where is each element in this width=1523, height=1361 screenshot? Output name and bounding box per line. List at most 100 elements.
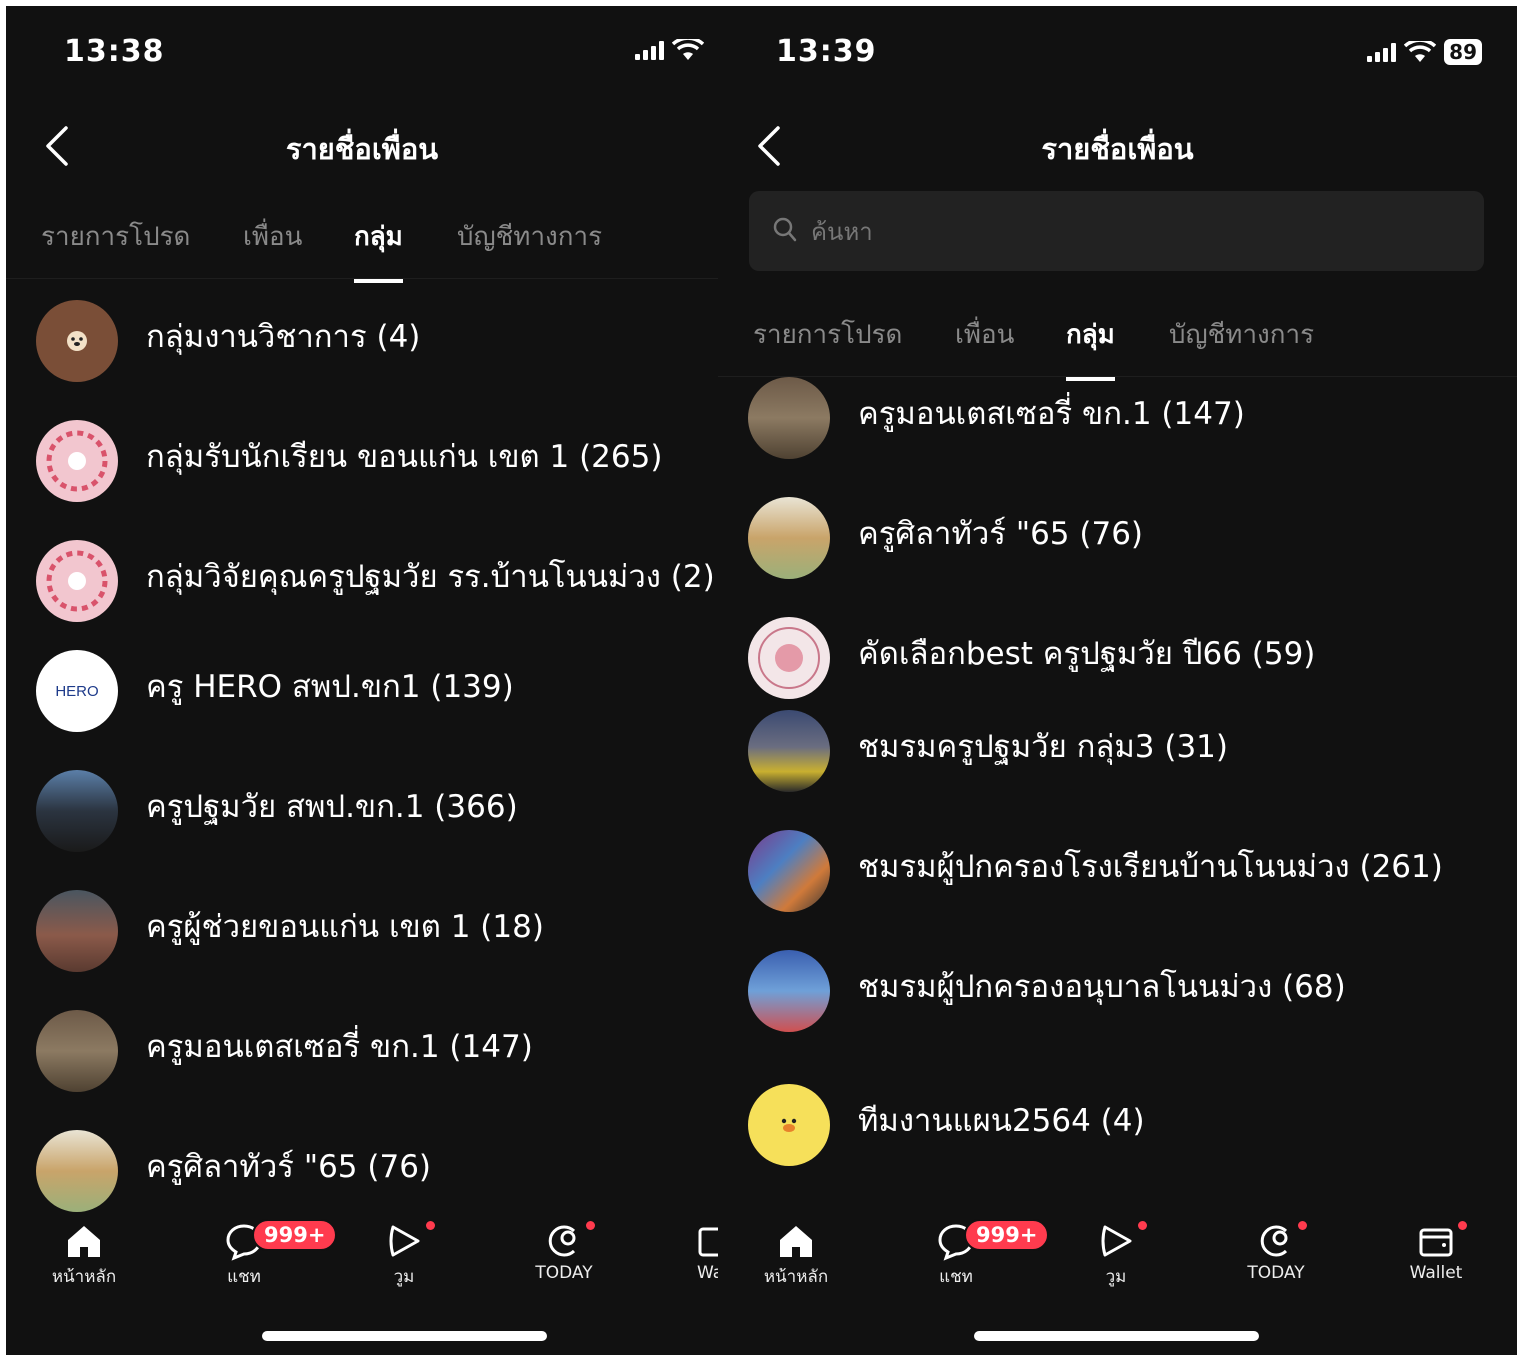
tab-today[interactable]: TODAY [1216, 1221, 1336, 1283]
cellular-signal-icon [1367, 42, 1397, 62]
left-screen: 13:38 รายชื่อเพื่อน รายการโปรด เพื่อน กล… [6, 6, 718, 1355]
avatar [36, 300, 118, 382]
today-icon [548, 1225, 576, 1257]
list-item[interactable]: ครูศิลาทัวร์ "65 (76) [718, 488, 1517, 588]
search-box[interactable] [749, 191, 1484, 271]
notification-dot [1458, 1221, 1467, 1230]
avatar [748, 377, 830, 459]
tab-groups[interactable]: กลุ่ม [1066, 314, 1115, 381]
tab-favorites[interactable]: รายการโปรด [41, 216, 190, 257]
avatar [748, 710, 830, 792]
list-item[interactable]: คัดเลือกbest ครูปฐมวัย ปี66 (59) [718, 608, 1517, 708]
tab-official-accounts[interactable]: บัญชีทางการ [1169, 314, 1314, 355]
list-item[interactable]: ครูศิลาทัวร์ "65 (76) [6, 1121, 718, 1221]
avatar [36, 420, 118, 502]
list-item[interactable]: ชมรมผู้ปกครองอนุบาลโนนม่วง (68) [718, 941, 1517, 1041]
list-item[interactable]: ชมรมผู้ปกครองโรงเรียนบ้านโนนม่วง (261) [718, 821, 1517, 921]
group-name: ชมรมผู้ปกครองอนุบาลโนนม่วง (68) [858, 969, 1346, 1005]
avatar [36, 1010, 118, 1092]
tab-wallet[interactable]: Wa [664, 1221, 718, 1283]
tab-bar: รายการโปรด เพื่อน กลุ่ม บัญชีทางการ [718, 296, 1517, 381]
notification-dot [1138, 1221, 1147, 1230]
list-item[interactable]: ครูมอนเตสเซอรี่ ขก.1 (147) [718, 368, 1517, 468]
tab-home[interactable]: หน้าหลัก [736, 1221, 856, 1290]
group-name: ครูมอนเตสเซอรี่ ขก.1 (147) [858, 396, 1245, 432]
tab-official-accounts[interactable]: บัญชีทางการ [457, 216, 602, 257]
avatar [36, 770, 118, 852]
page-title: รายชื่อเพื่อน [285, 132, 439, 166]
group-name: ชมรมครูปฐมวัย กลุ่ม3 (31) [858, 729, 1229, 765]
right-screen: 13:39 89 รายชื่อเพื่อน รายการโปรด เพื่อน… [718, 6, 1517, 1355]
list-item[interactable]: ครูปฐมวัย สพป.ขก.1 (366) [6, 761, 718, 861]
bottom-tab-bar: หน้าหลัก แชท 999+ วูม TODAY Wallet [718, 1211, 1517, 1301]
tab-voom[interactable]: วูม [344, 1221, 464, 1290]
list-item[interactable]: HERO ครู HERO สพป.ขก1 (139) [6, 641, 718, 741]
header: รายชื่อเพื่อน [718, 116, 1517, 176]
avatar [748, 617, 830, 699]
unread-badge: 999+ [964, 1219, 1050, 1251]
flower-wreath-icon [46, 550, 108, 612]
avatar [748, 830, 830, 912]
avatar: HERO [36, 650, 118, 732]
avatar [748, 497, 830, 579]
tab-home[interactable]: หน้าหลัก [24, 1221, 144, 1290]
group-name: กลุ่มรับนักเรียน ขอนแก่น เขต 1 (265) [146, 439, 663, 475]
group-name: กลุ่มวิจัยคุณครูปฐมวัย รร.บ้านโนนม่วง (2… [146, 559, 715, 595]
badge-emblem-icon [758, 627, 820, 689]
tab-wallet[interactable]: Wallet [1376, 1221, 1496, 1283]
wallet-icon [698, 1227, 718, 1257]
avatar [36, 890, 118, 972]
avatar [36, 540, 118, 622]
group-name: ครู HERO สพป.ขก1 (139) [146, 669, 514, 705]
today-icon [1260, 1225, 1288, 1257]
avatar [748, 950, 830, 1032]
notification-dot [426, 1221, 435, 1230]
group-name: ครูปฐมวัย สพป.ขก.1 (366) [146, 789, 518, 825]
tab-friends[interactable]: เพื่อน [243, 216, 302, 257]
bear-icon [67, 331, 87, 351]
group-name: ครูศิลาทัวร์ "65 (76) [146, 1149, 432, 1185]
status-bar: 13:39 89 [718, 6, 1517, 106]
list-item[interactable]: กลุ่มวิจัยคุณครูปฐมวัย รร.บ้านโนนม่วง (2… [6, 531, 718, 631]
tab-today[interactable]: TODAY [504, 1221, 624, 1283]
home-icon [780, 1226, 812, 1257]
home-icon [68, 1226, 100, 1257]
avatar [36, 1130, 118, 1212]
wifi-icon [1404, 41, 1437, 62]
group-name: คัดเลือกbest ครูปฐมวัย ปี66 (59) [858, 636, 1316, 672]
list-item[interactable]: ทีมงานแผน2564 (4) [718, 1075, 1517, 1175]
group-name: กลุ่มงานวิชาการ (4) [146, 319, 421, 355]
tab-friends[interactable]: เพื่อน [955, 314, 1014, 355]
tab-groups[interactable]: กลุ่ม [354, 216, 403, 283]
list-item[interactable]: ครูผู้ช่วยขอนแก่น เขต 1 (18) [6, 881, 718, 981]
chick-icon [781, 1118, 797, 1132]
search-input[interactable] [809, 209, 1401, 255]
list-item[interactable]: กลุ่มรับนักเรียน ขอนแก่น เขต 1 (265) [6, 411, 718, 511]
notification-dot [586, 1221, 595, 1230]
bottom-tab-bar: หน้าหลัก แชท 999+ วูม TODAY Wa [6, 1211, 718, 1301]
group-name: ครูศิลาทัวร์ "65 (76) [858, 516, 1144, 552]
tab-voom[interactable]: วูม [1056, 1221, 1176, 1290]
tab-chat[interactable]: แชท 999+ [184, 1219, 338, 1290]
status-time: 13:38 [64, 34, 165, 69]
status-bar: 13:38 [6, 6, 718, 106]
avatar [748, 1084, 830, 1166]
tab-favorites[interactable]: รายการโปรด [753, 314, 902, 355]
group-name: ทีมงานแผน2564 (4) [858, 1103, 1145, 1139]
search-icon [773, 217, 797, 242]
page-title: รายชื่อเพื่อน [1041, 132, 1194, 166]
cellular-signal-icon [635, 40, 664, 60]
tab-chat[interactable]: แชท 999+ [896, 1219, 1050, 1290]
group-name: ชมรมผู้ปกครองโรงเรียนบ้านโนนม่วง (261) [858, 849, 1443, 885]
voom-play-icon [1101, 1225, 1132, 1257]
wifi-icon [672, 39, 704, 60]
status-time: 13:39 [776, 34, 877, 69]
list-item[interactable]: ครูมอนเตสเซอรี่ ขก.1 (147) [6, 1001, 718, 1101]
home-indicator[interactable] [262, 1331, 547, 1341]
list-item[interactable]: ชมรมครูปฐมวัย กลุ่ม3 (31) [718, 701, 1517, 801]
notification-dot [1298, 1221, 1307, 1230]
voom-play-icon [389, 1225, 420, 1257]
home-indicator[interactable] [974, 1331, 1259, 1341]
battery-icon: 89 [1444, 39, 1482, 65]
list-item[interactable]: กลุ่มงานวิชาการ (4) [6, 291, 718, 391]
